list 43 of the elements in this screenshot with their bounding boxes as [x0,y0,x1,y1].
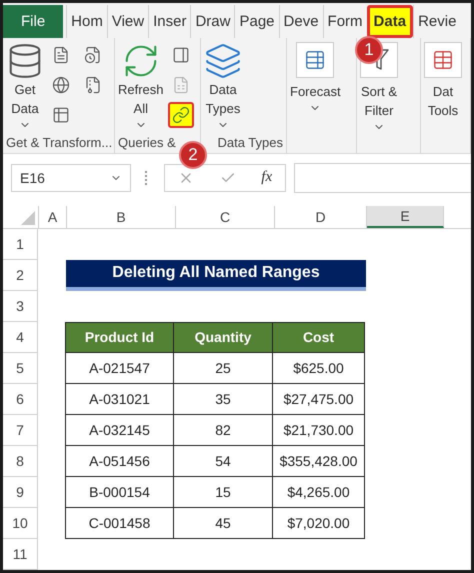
row-header[interactable]: 7 [3,414,38,446]
table-cell: $7,020.00 [272,506,365,539]
group-label: Data Types [217,134,283,152]
command-icon [304,48,326,71]
ribbon-command[interactable]: Get Data [6,42,44,131]
link-icon [172,106,190,124]
ribbon-command[interactable]: Data Types [204,42,242,131]
ribbon-command[interactable]: Dat Tools [424,42,462,120]
row-header[interactable]: 11 [3,538,38,570]
column-header[interactable]: E [367,206,444,228]
row-header[interactable]: 9 [3,476,38,508]
row-header[interactable]: 5 [3,352,38,384]
row-header[interactable]: 10 [3,508,38,539]
group-label: Get & Transform... [6,134,112,152]
ribbon-command[interactable]: Refresh All [118,42,164,131]
sheet-title: Deleting All Named Ranges [66,260,366,291]
table-header: Quantity [173,322,273,353]
insert-function-button[interactable]: fx [261,169,272,186]
command-icon [204,42,242,80]
table-cell: C-001458 [65,506,174,539]
row-header[interactable]: 6 [3,384,38,415]
spreadsheet-icon [172,76,190,94]
row-header[interactable]: 2 [3,260,38,291]
row-header[interactable]: 3 [3,290,38,322]
formula-input[interactable] [294,162,471,193]
ribbon-command[interactable]: Forecast [290,42,341,114]
table-icon [52,106,70,124]
table-header: Cost [272,322,365,353]
group-label: Queries & [118,134,176,152]
globe-icon [52,76,70,94]
ribbon-tab[interactable]: Data [366,5,414,38]
document-icon [52,46,70,64]
row-header[interactable]: 1 [3,228,38,260]
name-box[interactable]: E16 [11,164,131,192]
command-icon [432,48,454,71]
row-header[interactable]: 4 [3,322,38,353]
highlighted-tool-button[interactable] [168,102,194,128]
file-clock-icon [84,46,102,64]
file-icon [84,76,102,94]
row-header[interactable]: 8 [3,446,38,477]
file-tab[interactable]: File [3,5,64,38]
table-header: Product Id [65,322,174,353]
panel-icon [172,46,190,64]
